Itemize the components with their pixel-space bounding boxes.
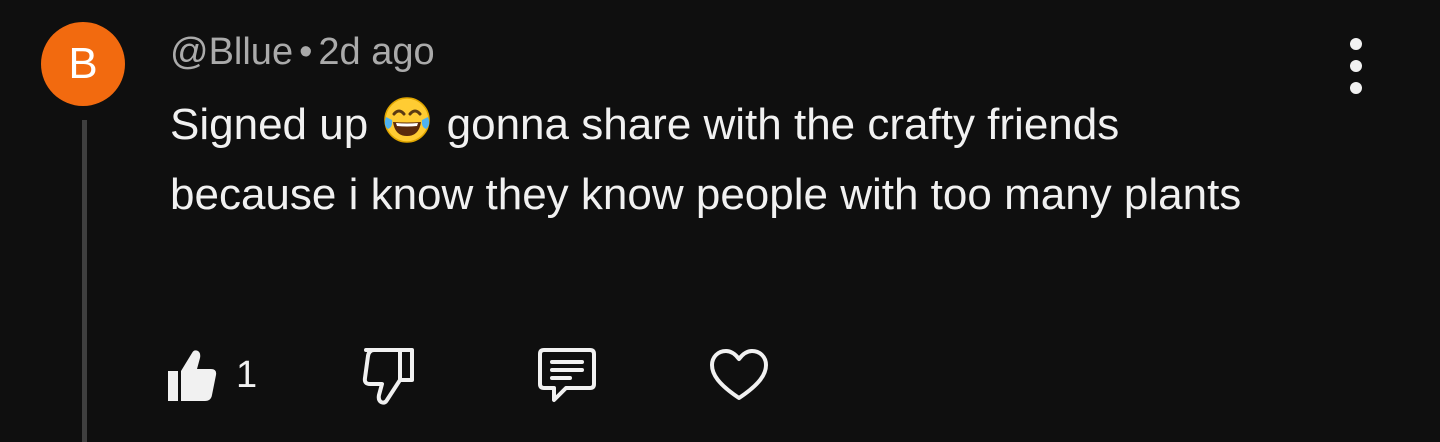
more-vertical-icon-dot bbox=[1350, 60, 1362, 72]
comment-meta: @Bllue • 2d ago bbox=[170, 28, 435, 76]
heart-button[interactable] bbox=[708, 344, 770, 406]
more-options-button[interactable] bbox=[1336, 38, 1376, 94]
thumbs-down-icon bbox=[362, 348, 414, 405]
comment-text: Signed up gonna share with the crafty fr… bbox=[170, 90, 1270, 230]
meta-separator: • bbox=[299, 31, 313, 73]
like-count: 1 bbox=[236, 354, 258, 396]
more-vertical-icon-dot bbox=[1350, 38, 1362, 50]
avatar[interactable]: B bbox=[41, 22, 125, 106]
avatar-letter: B bbox=[68, 39, 98, 88]
more-vertical-icon-dot bbox=[1350, 82, 1362, 94]
dislike-button[interactable] bbox=[360, 344, 420, 406]
comment-timestamp[interactable]: 2d ago bbox=[318, 31, 434, 73]
face-with-tears-of-joy-icon bbox=[384, 97, 431, 143]
author-name[interactable]: @Bllue bbox=[170, 31, 293, 73]
reply-button[interactable] bbox=[536, 344, 598, 406]
thread-line bbox=[82, 120, 87, 442]
thumbs-up-icon bbox=[168, 350, 217, 401]
reply-comment-icon bbox=[538, 348, 596, 402]
heart-icon bbox=[710, 349, 768, 400]
comment-card: B @Bllue • 2d ago Signed up gonna share wi… bbox=[0, 0, 1440, 442]
comment-text-part1: Signed up bbox=[170, 100, 369, 149]
like-button[interactable]: 1 bbox=[166, 344, 257, 406]
